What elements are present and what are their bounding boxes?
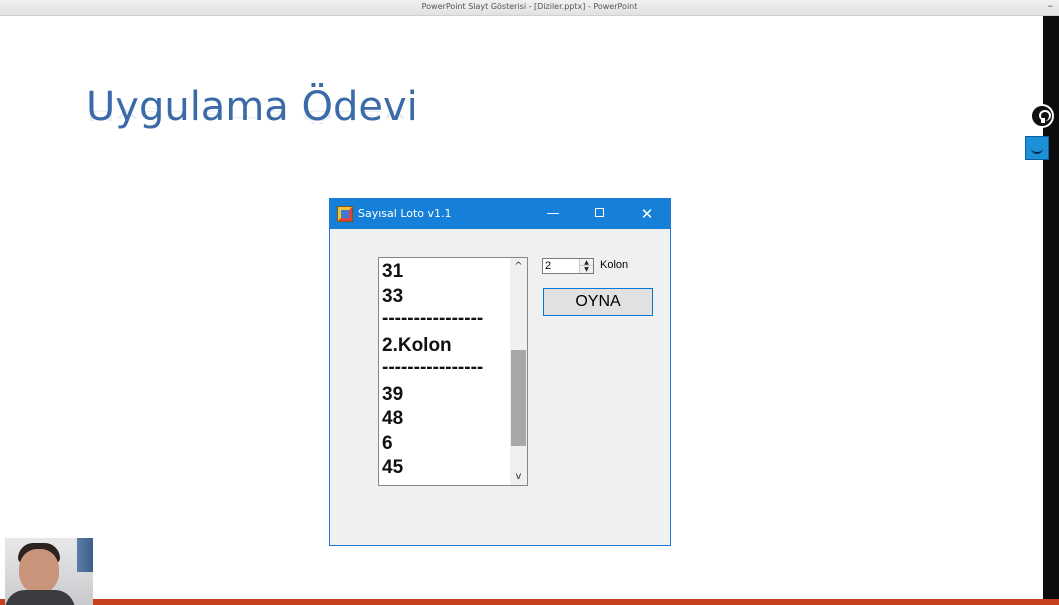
kolon-count-value[interactable]: 2 bbox=[545, 260, 551, 272]
webcam-presenter-shirt bbox=[5, 590, 75, 605]
webcam-presenter-face bbox=[19, 549, 59, 593]
stepper-down-icon[interactable]: ▼ bbox=[580, 266, 593, 273]
slideshow-bottom-bar bbox=[0, 599, 1059, 605]
powerpoint-titlebar: PowerPoint Slayt Gösterisi - [Diziler.pp… bbox=[0, 0, 1059, 16]
window-minimize-button[interactable]: — bbox=[538, 203, 568, 225]
stepper-up-icon[interactable]: ▲ bbox=[580, 259, 593, 266]
lottery-app-icon bbox=[337, 206, 353, 222]
list-item[interactable]: 39 bbox=[382, 383, 510, 408]
list-item[interactable]: 2.Kolon bbox=[382, 334, 510, 359]
webcam-background-door bbox=[77, 538, 93, 572]
kolon-label: Kolon bbox=[600, 259, 629, 271]
powerpoint-minimize-button[interactable]: – bbox=[1048, 0, 1054, 12]
list-item[interactable]: 6 bbox=[382, 432, 510, 457]
scroll-down-button[interactable]: v bbox=[510, 468, 527, 485]
lightbulb-icon[interactable] bbox=[1030, 104, 1054, 128]
listbox-items: 31 33 ---------------- 2.Kolon -------------… bbox=[382, 260, 510, 481]
kolon-listbox[interactable]: 31 33 ---------------- 2.Kolon -------------… bbox=[378, 257, 528, 486]
list-item[interactable]: 31 bbox=[382, 260, 510, 285]
list-item[interactable]: 33 bbox=[382, 285, 510, 310]
listbox-scrollbar[interactable]: ^ v bbox=[510, 258, 527, 485]
window-title: Sayısal Loto v1.1 bbox=[358, 207, 452, 220]
scroll-up-button[interactable]: ^ bbox=[510, 258, 527, 275]
sayisal-loto-window: Sayısal Loto v1.1 — ✕ 31 33 --------------… bbox=[329, 198, 671, 546]
listbox-separator[interactable]: ---------------- bbox=[382, 309, 510, 334]
scroll-thumb[interactable] bbox=[511, 350, 526, 446]
powerpoint-window-title: PowerPoint Slayt Gösterisi - [Diziler.pp… bbox=[421, 2, 638, 11]
webcam-overlay bbox=[5, 538, 93, 605]
list-item[interactable]: 45 bbox=[382, 456, 510, 481]
list-item[interactable]: 48 bbox=[382, 407, 510, 432]
listbox-separator[interactable]: ---------------- bbox=[382, 358, 510, 383]
window-maximize-button[interactable] bbox=[584, 203, 614, 225]
oyna-button[interactable]: OYNA bbox=[543, 288, 653, 316]
slide-title-reflection: Uygulama Ödevi bbox=[86, 106, 418, 123]
window-titlebar[interactable]: Sayısal Loto v1.1 — ✕ bbox=[330, 199, 670, 229]
window-close-button[interactable]: ✕ bbox=[632, 203, 662, 225]
stepper-spin-buttons[interactable]: ▲ ▼ bbox=[579, 259, 593, 273]
kolon-count-stepper[interactable]: 2 ▲ ▼ bbox=[542, 258, 594, 274]
maximize-icon bbox=[594, 208, 604, 217]
camera-icon[interactable] bbox=[1025, 136, 1049, 160]
